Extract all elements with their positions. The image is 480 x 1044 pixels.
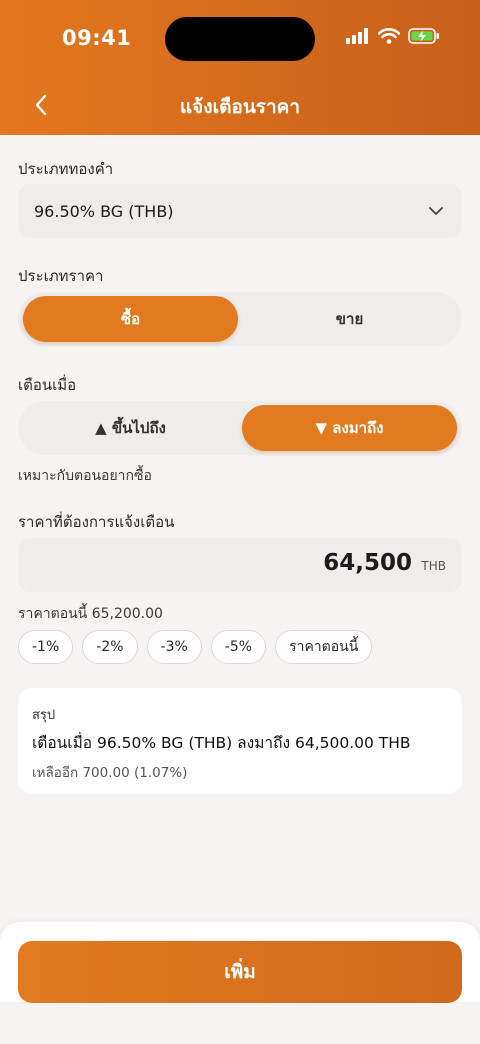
header: 09:41 แจ้งเตือนราคา [0, 0, 480, 135]
signal-icon [346, 28, 368, 44]
target-price-unit: THB [421, 559, 446, 573]
dynamic-island [165, 17, 315, 61]
wifi-icon [378, 28, 400, 44]
alert-direction-segment: ▲ ขึ้นไปถึง ▼ ลงมาถึง [18, 401, 462, 455]
price-type-sell[interactable]: ขาย [242, 296, 457, 342]
summary-card: สรุป เตือนเมื่อ 96.50% BG (THB) ลงมาถึง … [18, 688, 462, 794]
chip-minus-3[interactable]: -3% [146, 630, 202, 664]
summary-title: สรุป [32, 708, 56, 723]
alert-hint: เหมาะกับตอนอยากซื้อ [18, 468, 152, 484]
price-type-buy[interactable]: ซื้อ [23, 296, 238, 342]
quick-adjust-chips: -1% -2% -3% -5% ราคาตอนนี้ [18, 630, 373, 664]
chip-minus-1[interactable]: -1% [18, 630, 74, 664]
chip-current-price[interactable]: ราคาตอนนี้ [275, 630, 373, 664]
page-title: แจ้งเตือนราคา [179, 96, 301, 118]
price-type-segment: ซื้อ ขาย [18, 292, 462, 346]
status-time: 09:41 [62, 26, 132, 50]
chevron-down-icon [429, 207, 443, 215]
summary-remaining: เหลืออีก 700.00 (1.07%) [32, 765, 188, 781]
alert-fall-option[interactable]: ▼ ลงมาถึง [242, 405, 457, 451]
chip-minus-2[interactable]: -2% [82, 630, 138, 664]
target-price-value: 64,500 [323, 550, 412, 576]
target-price-input[interactable]: 64,500 THB [18, 538, 462, 592]
alert-rise-option[interactable]: ▲ ขึ้นไปถึง [23, 405, 238, 451]
battery-charging-icon [408, 28, 439, 44]
summary-main: เตือนเมื่อ 96.50% BG (THB) ลงมาถึง 64,50… [32, 734, 411, 752]
add-button[interactable]: เพิ่ม [18, 941, 462, 1003]
gold-type-value: 96.50% BG (THB) [34, 201, 174, 221]
alert-when-label: เตือนเมื่อ [18, 376, 77, 394]
chip-minus-5[interactable]: -5% [210, 630, 267, 664]
target-price-label: ราคาที่ต้องการแจ้งเตือน [18, 513, 175, 531]
current-price-text: ราคาตอนนี้ 65,200.00 [18, 606, 163, 622]
gold-type-label: ประเภททองคำ [18, 160, 114, 178]
status-icons [346, 28, 440, 44]
gold-type-select[interactable]: 96.50% BG (THB) [18, 184, 462, 238]
price-type-label: ประเภทราคา [18, 267, 104, 285]
